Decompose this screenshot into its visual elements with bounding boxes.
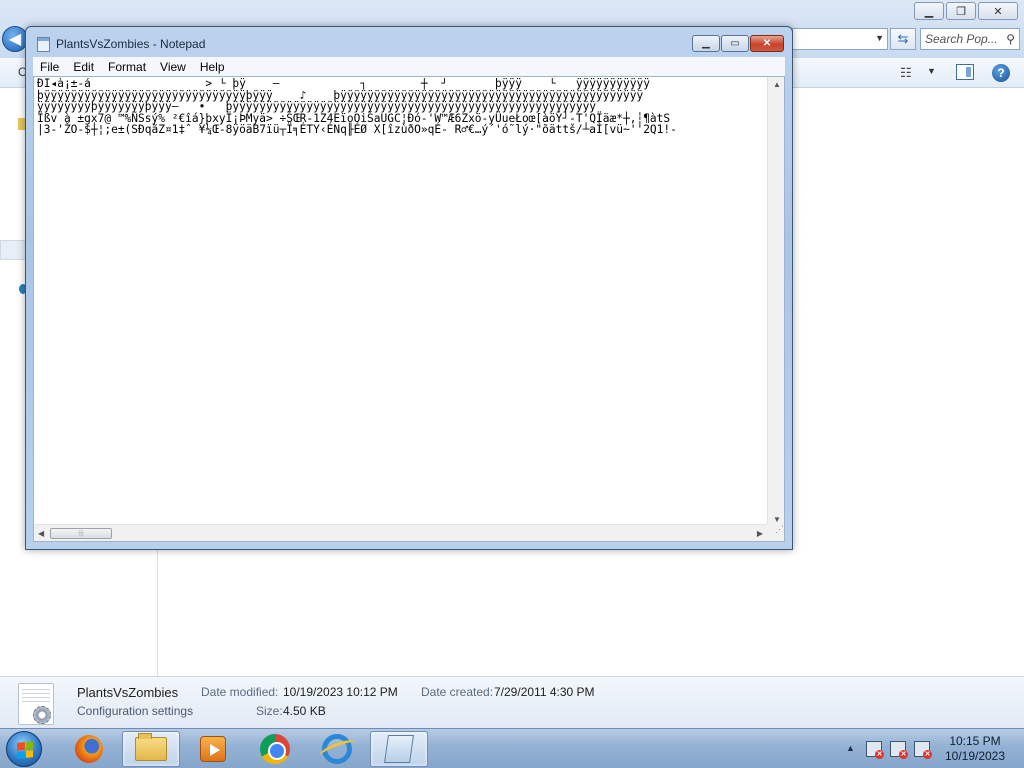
taskbar-internet-explorer[interactable]: [308, 731, 366, 767]
details-size-label: Size:: [256, 704, 283, 718]
resize-grip-icon[interactable]: ⋰: [767, 524, 784, 541]
details-file-type: Configuration settings: [77, 704, 194, 718]
menu-file[interactable]: File: [33, 60, 66, 74]
details-size-value: 4.50 KB: [283, 704, 326, 718]
notepad-maximize-button[interactable]: ▭: [721, 35, 749, 52]
menu-view[interactable]: View: [153, 60, 193, 74]
scroll-left-icon[interactable]: ◀: [38, 529, 44, 538]
menu-edit[interactable]: Edit: [66, 60, 101, 74]
vertical-scrollbar[interactable]: ▲ ▼: [767, 77, 784, 526]
notepad-icon: [384, 735, 414, 763]
firefox-icon: [75, 735, 103, 763]
internet-explorer-icon: [322, 734, 352, 764]
scroll-up-icon[interactable]: ▲: [773, 80, 781, 89]
view-dropdown-icon[interactable]: ▼: [927, 66, 936, 76]
action-center-icon[interactable]: ✕: [866, 741, 884, 759]
taskbar-notepad[interactable]: [370, 731, 428, 767]
explorer-close-button[interactable]: ✕: [978, 2, 1018, 20]
change-view-icon[interactable]: ☷: [900, 65, 912, 81]
notepad-menu-bar: File Edit Format View Help: [33, 57, 785, 76]
details-modified-value: 10/19/2023 10:12 PM: [283, 685, 398, 699]
explorer-minimize-button[interactable]: ▁: [914, 2, 944, 20]
details-created-label: Date created:: [421, 685, 494, 699]
notepad-caption-buttons: ▁ ▭ ✕: [692, 35, 784, 52]
refresh-icon: ⇆: [897, 31, 909, 46]
notepad-close-button[interactable]: ✕: [750, 35, 784, 52]
help-icon[interactable]: ?: [992, 64, 1010, 82]
explorer-icon: [135, 733, 167, 761]
refresh-button[interactable]: ⇆: [890, 28, 916, 50]
taskbar-firefox[interactable]: [60, 731, 118, 767]
explorer-caption-buttons: ▁ ❐ ✕: [914, 2, 1018, 20]
taskbar-media-player[interactable]: [184, 731, 242, 767]
notepad-title: PlantsVsZombies - Notepad: [56, 37, 206, 51]
network-icon[interactable]: ✕: [890, 741, 908, 759]
clock-date: 10/19/2023: [944, 749, 1006, 763]
scroll-down-icon[interactable]: ▼: [773, 515, 781, 524]
details-modified-label: Date modified:: [201, 685, 279, 699]
volume-icon[interactable]: ✕: [914, 741, 932, 759]
scroll-right-icon[interactable]: ▶: [757, 529, 763, 538]
notepad-app-icon[interactable]: [37, 37, 50, 52]
address-dropdown-icon[interactable]: ▼: [875, 33, 884, 43]
search-placeholder: Search Pop...: [925, 32, 998, 46]
config-file-icon: [18, 683, 54, 725]
preview-pane-icon[interactable]: [956, 64, 974, 80]
notepad-edit-area[interactable]: ÐÏ◂à¡±-á > └ þÿ – ┐ ┼ ┘ þÿÿÿ └ ÿÿÿÿÿÿÿÿÿ…: [33, 76, 785, 542]
start-button[interactable]: [6, 731, 42, 767]
media-player-icon: [200, 736, 226, 762]
taskbar: ▲ ✕ ✕ ✕ 10:15 PM 10/19/2023: [0, 728, 1024, 768]
horizontal-scrollbar[interactable]: ◀ ⦙⦙⦙ ▶: [34, 524, 767, 541]
chrome-icon: [260, 734, 290, 764]
clock-time: 10:15 PM: [949, 734, 1001, 748]
system-clock[interactable]: 10:15 PM 10/19/2023: [936, 734, 1014, 764]
notepad-window: PlantsVsZombies - Notepad ▁ ▭ ✕ File Edi…: [25, 26, 793, 550]
taskbar-explorer[interactable]: [122, 731, 180, 767]
show-hidden-icons-icon[interactable]: ▲: [846, 743, 855, 753]
taskbar-chrome[interactable]: [246, 731, 304, 767]
horizontal-scroll-thumb[interactable]: ⦙⦙⦙: [50, 528, 112, 539]
details-file-name: PlantsVsZombies: [77, 685, 179, 700]
nav-item[interactable]: [0, 240, 26, 260]
details-created-value: 7/29/2011 4:30 PM: [494, 685, 595, 699]
menu-format[interactable]: Format: [101, 60, 153, 74]
notepad-text-content[interactable]: ÐÏ◂à¡±-á > └ þÿ – ┐ ┼ ┘ þÿÿÿ └ ÿÿÿÿÿÿÿÿÿ…: [37, 78, 765, 526]
address-bar[interactable]: ▼: [792, 28, 888, 50]
search-icon[interactable]: ⚲: [1006, 32, 1015, 46]
windows-logo-icon: [17, 741, 33, 759]
search-input[interactable]: Search Pop... ⚲: [920, 28, 1020, 50]
menu-help[interactable]: Help: [193, 60, 232, 74]
details-pane: PlantsVsZombies Configuration settings D…: [0, 676, 1024, 728]
notepad-minimize-button[interactable]: ▁: [692, 35, 720, 52]
gear-icon: [33, 706, 51, 724]
back-arrow-icon: ◀: [8, 31, 22, 48]
explorer-restore-button[interactable]: ❐: [946, 2, 976, 20]
